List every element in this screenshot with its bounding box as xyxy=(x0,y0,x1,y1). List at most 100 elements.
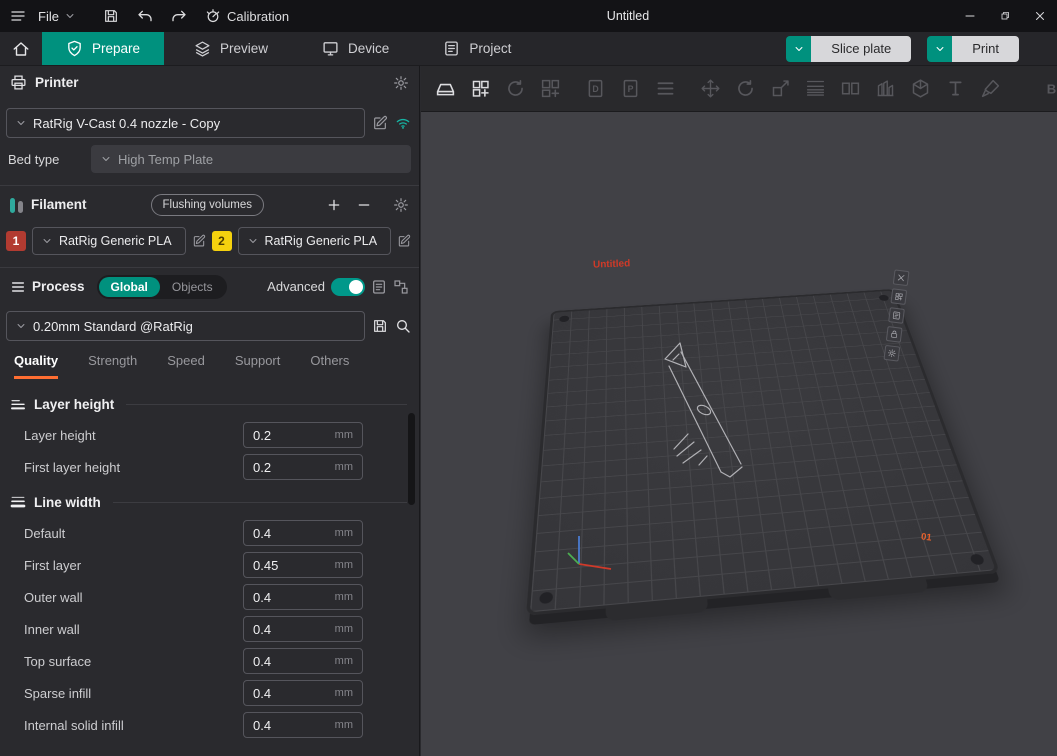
filament-section-title: Filament xyxy=(31,197,87,212)
calibration-label: Calibration xyxy=(227,9,289,24)
default-line-width-input[interactable]: 0.4 mm xyxy=(243,520,363,546)
scope-objects-option[interactable]: Objects xyxy=(160,277,225,297)
slice-plate-split-button: Slice plate xyxy=(786,36,911,62)
plate-name-button[interactable] xyxy=(888,307,905,324)
scale-icon[interactable] xyxy=(770,78,791,99)
lock-plate-button[interactable] xyxy=(886,326,903,343)
sidebar-scrollbar[interactable] xyxy=(408,413,415,505)
search-settings-icon[interactable] xyxy=(395,318,411,334)
maximize-button[interactable] xyxy=(987,0,1022,32)
param-label: Top surface xyxy=(24,654,243,669)
auto-orient-icon[interactable] xyxy=(505,78,526,99)
parameter-table-icon[interactable] xyxy=(371,279,387,295)
object-list-icon[interactable] xyxy=(655,78,676,99)
tab-others[interactable]: Others xyxy=(310,353,349,379)
assembly-icon[interactable] xyxy=(875,78,896,99)
lock-icon xyxy=(889,329,899,339)
bed-type-label: Bed type xyxy=(8,152,84,167)
remove-filament-minus-icon[interactable] xyxy=(357,198,371,212)
arrange-plates-icon[interactable] xyxy=(470,78,491,99)
slice-options-dropdown[interactable] xyxy=(786,36,811,62)
viewport-toolbar xyxy=(421,66,1057,112)
tab-prepare-label: Prepare xyxy=(92,41,140,56)
3d-canvas[interactable]: Untitled 01 xyxy=(421,112,1057,756)
tab-strength[interactable]: Strength xyxy=(88,353,137,379)
home-button[interactable] xyxy=(0,32,42,65)
filament-1-swatch[interactable]: 1 xyxy=(6,231,26,251)
letter-b-icon[interactable] xyxy=(1041,78,1057,99)
tab-prepare[interactable]: Prepare xyxy=(42,32,164,65)
close-icon xyxy=(896,273,906,283)
variable-layer-height-icon[interactable] xyxy=(805,78,826,99)
delete-plate-button[interactable] xyxy=(893,269,910,286)
bed-type-select[interactable]: High Temp Plate xyxy=(91,145,411,173)
split-objects-icon[interactable] xyxy=(840,78,861,99)
restore-icon xyxy=(999,10,1011,22)
filament-1-value: RatRig Generic PLA xyxy=(59,234,172,248)
file-menu[interactable]: File xyxy=(38,9,75,24)
scope-global-option[interactable]: Global xyxy=(99,277,160,297)
paint-tool-icon[interactable] xyxy=(980,78,1001,99)
add-filament-plus-icon[interactable] xyxy=(327,198,341,212)
outer-wall-line-width-input[interactable]: 0.4 mm xyxy=(243,584,363,610)
sparse-infill-line-width-input[interactable]: 0.4 mm xyxy=(243,680,363,706)
param-label: Internal solid infill xyxy=(24,718,243,733)
calibration-button[interactable]: Calibration xyxy=(205,8,289,24)
chevron-down-icon xyxy=(248,236,258,246)
close-button[interactable] xyxy=(1022,0,1057,32)
printer-settings-gear-icon[interactable] xyxy=(393,75,409,91)
plate-settings-button[interactable] xyxy=(884,345,901,362)
viewport: Untitled 01 xyxy=(421,66,1057,756)
printer-preset-select[interactable]: RatRig V-Cast 0.4 nozzle - Copy xyxy=(6,108,365,138)
redo-button[interactable] xyxy=(171,8,187,24)
doc-d-icon[interactable] xyxy=(585,78,606,99)
calibration-icon xyxy=(205,8,221,24)
tab-speed[interactable]: Speed xyxy=(167,353,205,379)
internal-solid-infill-line-width-input[interactable]: 0.4 mm xyxy=(243,712,363,738)
print-options-dropdown[interactable] xyxy=(927,36,952,62)
tab-preview[interactable]: Preview xyxy=(170,32,292,65)
process-preset-select[interactable]: 0.20mm Standard @RatRig xyxy=(6,311,365,341)
param-row: Top surface 0.4 mm xyxy=(10,645,407,677)
arrange-objects-icon[interactable] xyxy=(540,78,561,99)
flushing-volumes-button[interactable]: Flushing volumes xyxy=(151,194,264,216)
app-menu-button[interactable] xyxy=(10,8,26,24)
layer-height-input[interactable]: 0.2 mm xyxy=(243,422,363,448)
rotate-icon[interactable] xyxy=(735,78,756,99)
add-plate-icon[interactable] xyxy=(435,78,456,99)
tab-support[interactable]: Support xyxy=(235,353,281,379)
object-tree-icon[interactable] xyxy=(393,279,409,295)
filament-2-swatch[interactable]: 2 xyxy=(212,231,232,251)
text-tool-icon[interactable] xyxy=(945,78,966,99)
first-layer-line-width-input[interactable]: 0.45 mm xyxy=(243,552,363,578)
first-layer-height-input[interactable]: 0.2 mm xyxy=(243,454,363,480)
connection-wifi-icon[interactable] xyxy=(395,115,411,131)
save-preset-icon[interactable] xyxy=(372,318,388,334)
edit-printer-icon[interactable] xyxy=(372,115,388,131)
settings-list: Layer height Layer height 0.2 mm First l… xyxy=(0,379,419,741)
minimize-button[interactable] xyxy=(952,0,987,32)
filament-2-select[interactable]: RatRig Generic PLA xyxy=(238,227,392,255)
save-button[interactable] xyxy=(103,8,119,24)
advanced-toggle[interactable] xyxy=(331,278,365,296)
doc-p-icon[interactable] xyxy=(620,78,641,99)
param-value: 0.4 xyxy=(253,590,271,605)
tab-device[interactable]: Device xyxy=(298,32,413,65)
print-button[interactable]: Print xyxy=(952,36,1019,62)
inner-wall-line-width-input[interactable]: 0.4 mm xyxy=(243,616,363,642)
filament-settings-gear-icon[interactable] xyxy=(393,197,409,213)
build-plate[interactable] xyxy=(526,289,1000,616)
arrange-plate-button[interactable] xyxy=(890,288,907,305)
mesh-boolean-icon[interactable] xyxy=(910,78,931,99)
edit-filament-1-icon[interactable] xyxy=(192,234,206,248)
filament-1-select[interactable]: RatRig Generic PLA xyxy=(32,227,186,255)
undo-button[interactable] xyxy=(137,8,153,24)
move-icon[interactable] xyxy=(700,78,721,99)
tab-project[interactable]: Project xyxy=(419,32,535,65)
slice-plate-button[interactable]: Slice plate xyxy=(811,36,911,62)
tab-quality[interactable]: Quality xyxy=(14,353,58,379)
edit-filament-2-icon[interactable] xyxy=(397,234,411,248)
top-surface-line-width-input[interactable]: 0.4 mm xyxy=(243,648,363,674)
layer-height-icon xyxy=(10,396,26,412)
plate-name-label[interactable]: Untitled xyxy=(593,258,631,270)
